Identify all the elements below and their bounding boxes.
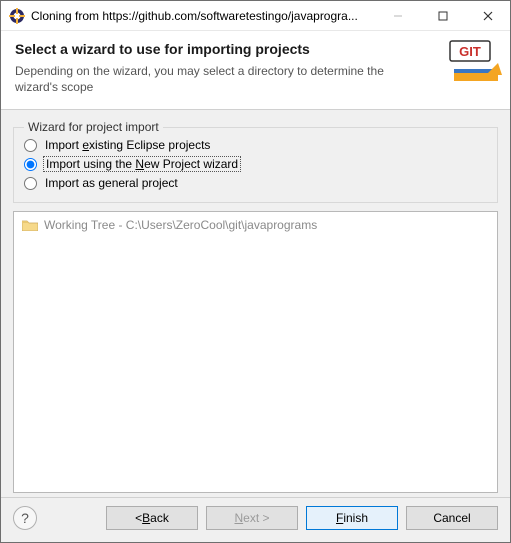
radio-import-existing-label: Import existing Eclipse projects [43, 138, 212, 152]
folder-icon [22, 219, 38, 231]
window-title: Cloning from https://github.com/software… [31, 9, 375, 23]
next-button: Next > [206, 506, 298, 530]
group-legend: Wizard for project import [24, 120, 163, 134]
minimize-button[interactable] [375, 1, 420, 31]
radio-import-new-project-input[interactable] [24, 158, 37, 171]
wizard-import-group: Wizard for project import Import existin… [13, 120, 498, 203]
radio-import-new-project-label: Import using the New Project wizard [43, 156, 241, 172]
cancel-button[interactable]: Cancel [406, 506, 498, 530]
titlebar: Cloning from https://github.com/software… [1, 1, 510, 31]
git-banner-icon: GIT [446, 39, 502, 91]
git-banner-label: GIT [459, 44, 481, 59]
help-button[interactable]: ? [13, 506, 37, 530]
radio-import-general[interactable]: Import as general project [24, 174, 487, 192]
app-icon [9, 8, 25, 24]
tree-row-working-tree[interactable]: Working Tree - C:\Users\ZeroCool\git\jav… [22, 218, 489, 232]
radio-import-new-project[interactable]: Import using the New Project wizard [24, 154, 487, 174]
close-button[interactable] [465, 1, 510, 31]
radio-import-general-input[interactable] [24, 177, 37, 190]
tree-row-label: Working Tree - C:\Users\ZeroCool\git\jav… [44, 218, 317, 232]
finish-button[interactable]: Finish [306, 506, 398, 530]
wizard-header: Select a wizard to use for importing pro… [1, 31, 510, 110]
help-icon: ? [21, 510, 29, 526]
working-tree-pane[interactable]: Working Tree - C:\Users\ZeroCool\git\jav… [13, 211, 498, 493]
wizard-subtext: Depending on the wizard, you may select … [15, 63, 496, 95]
maximize-button[interactable] [420, 1, 465, 31]
back-button[interactable]: < Back [106, 506, 198, 530]
radio-import-existing-input[interactable] [24, 139, 37, 152]
content-area: Wizard for project import Import existin… [1, 110, 510, 497]
button-bar: ? < Back Next > Finish Cancel [1, 497, 510, 542]
radio-import-general-label: Import as general project [43, 176, 180, 190]
dialog-window: Cloning from https://github.com/software… [0, 0, 511, 543]
wizard-heading: Select a wizard to use for importing pro… [15, 41, 496, 57]
radio-import-existing[interactable]: Import existing Eclipse projects [24, 136, 487, 154]
